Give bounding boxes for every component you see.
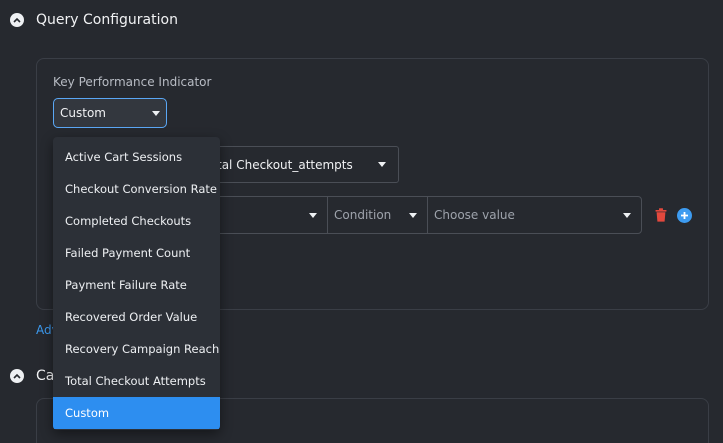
dropdown-option-active-cart-sessions[interactable]: Active Cart Sessions [53,141,220,173]
chevron-up-icon[interactable] [10,369,24,383]
dropdown-option-completed-checkouts[interactable]: Completed Checkouts [53,205,220,237]
kpi-label: Key Performance Indicator [53,75,212,89]
kpi-select[interactable]: Custom [53,98,167,128]
add-filter-icon[interactable] [676,207,692,223]
query-config-header[interactable]: Query Configuration [10,12,178,28]
dropdown-option-recovered-order-value[interactable]: Recovered Order Value [53,301,220,333]
filter-value-select[interactable]: Choose value [428,197,641,233]
condition-placeholder: Condition [334,208,392,222]
dropdown-option-recovery-campaign-reach[interactable]: Recovery Campaign Reach [53,333,220,365]
filter-field-select[interactable] [201,197,328,233]
filter-row: Condition Choose value [200,196,642,234]
caret-down-icon [152,110,160,116]
value-placeholder: Choose value [434,208,515,222]
dropdown-option-total-checkout-attempts[interactable]: Total Checkout Attempts [53,365,220,397]
dropdown-option-custom[interactable]: Custom [53,397,220,429]
kpi-select-value: Custom [60,106,106,120]
metric-select-value: tal Checkout_attempts [217,157,353,172]
filter-condition-select[interactable]: Condition [328,197,428,233]
query-page: Query Configuration Key Performance Indi… [0,0,723,443]
kpi-dropdown-menu: Active Cart Sessions Checkout Conversion… [53,137,220,430]
section-title-query-config: Query Configuration [36,12,178,28]
second-section-header[interactable]: Ca [10,368,54,384]
caret-down-icon [623,212,631,218]
trash-icon[interactable] [654,207,668,223]
caret-down-icon [409,212,417,218]
metric-select[interactable]: tal Checkout_attempts [200,146,399,183]
dropdown-option-payment-failure-rate[interactable]: Payment Failure Rate [53,269,220,301]
section-title-second: Ca [36,368,55,384]
chevron-up-icon[interactable] [10,13,24,27]
dropdown-option-checkout-conversion-rate[interactable]: Checkout Conversion Rate [53,173,220,205]
dropdown-option-failed-payment-count[interactable]: Failed Payment Count [53,237,220,269]
caret-down-icon [309,212,317,218]
caret-down-icon [378,162,386,167]
